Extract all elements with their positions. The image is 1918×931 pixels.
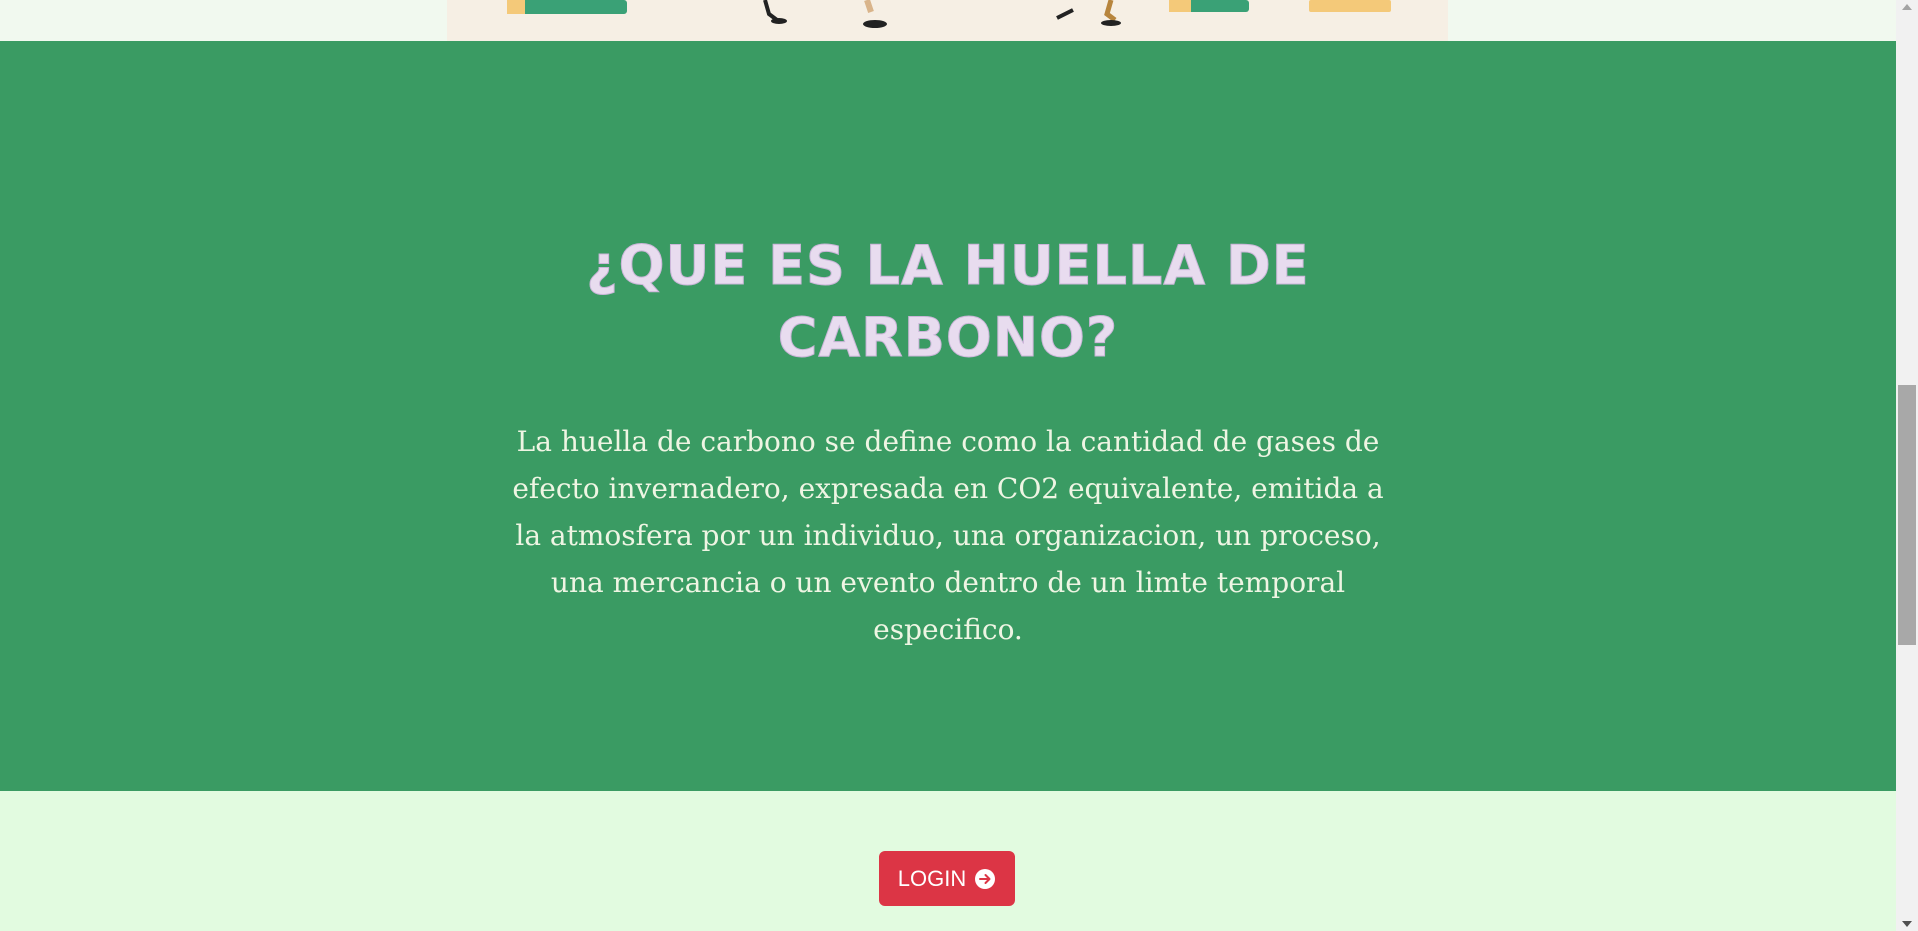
login-button-label: LOGIN [897, 865, 967, 891]
hero-illustration [447, 0, 1448, 41]
page: ¿QUE ES LA HUELLA DE CARBONO? La huella … [0, 0, 1918, 931]
section-title: ¿QUE ES LA HUELLA DE CARBONO? [586, 234, 1310, 370]
carbon-footprint-section [0, 41, 1896, 791]
scroll-thumb[interactable] [1898, 385, 1916, 645]
section-description: La huella de carbono se define como la c… [512, 425, 1384, 646]
arrow-right-circle-icon [975, 868, 996, 889]
vertical-scrollbar[interactable] [1896, 0, 1918, 931]
scroll-down-arrow-icon[interactable] [1902, 921, 1912, 927]
login-button[interactable]: LOGIN [879, 851, 1015, 906]
people-moving-boxes-illustration-icon [507, 0, 1391, 28]
top-strip [0, 0, 1896, 41]
scroll-up-arrow-icon[interactable] [1902, 4, 1912, 10]
